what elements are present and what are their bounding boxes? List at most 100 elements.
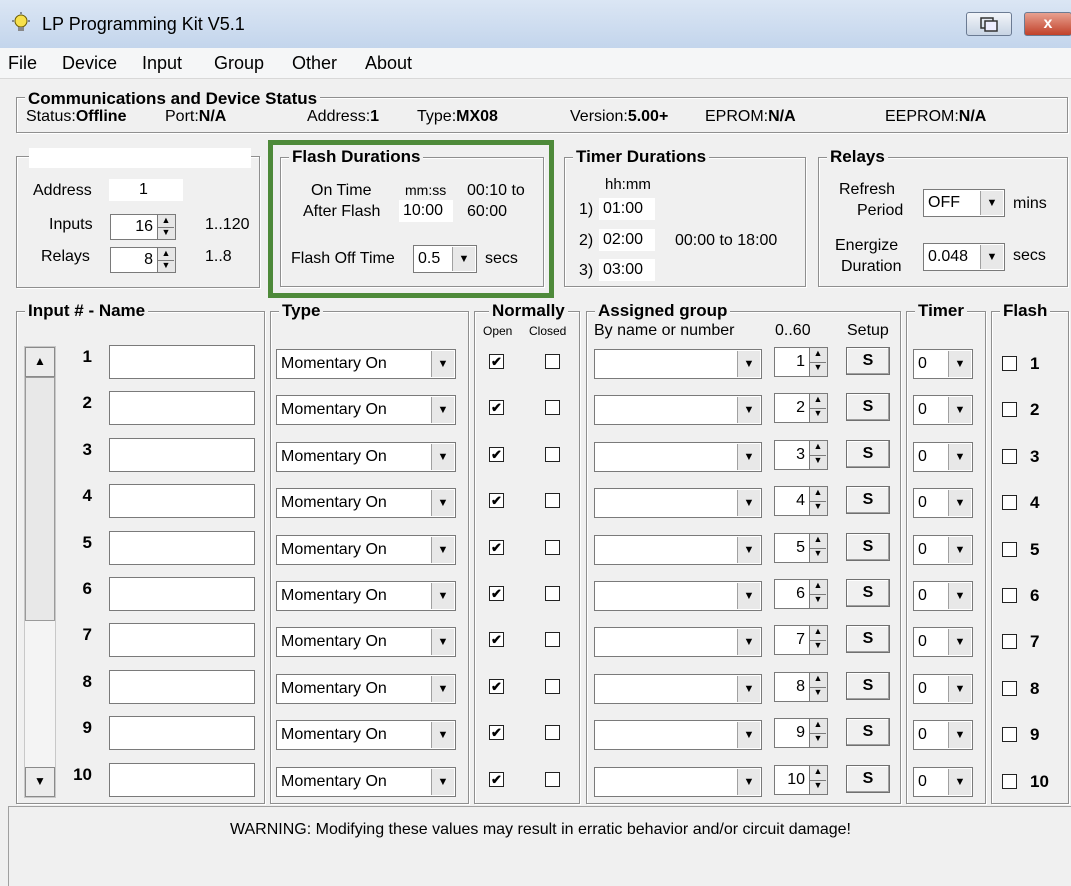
chevron-down-icon[interactable]: ▼ (431, 722, 454, 748)
group-number-spinner[interactable]: ▲ ▼ (810, 347, 828, 377)
group-number-spinner[interactable]: ▲ ▼ (810, 672, 828, 702)
input-type-select[interactable]: Momentary On ▼ (276, 767, 456, 797)
close-button[interactable]: x (1024, 12, 1071, 36)
flash-checkbox[interactable] (1002, 727, 1017, 742)
spin-up-icon[interactable]: ▲ (810, 348, 826, 363)
spin-up-icon[interactable]: ▲ (810, 534, 826, 549)
chevron-down-icon[interactable]: ▼ (737, 537, 760, 563)
chevron-down-icon[interactable]: ▼ (948, 769, 971, 795)
spin-up-icon[interactable]: ▲ (810, 441, 826, 456)
scroll-thumb[interactable] (25, 377, 55, 621)
group-number-spinner[interactable]: ▲ ▼ (810, 440, 828, 470)
chevron-down-icon[interactable]: ▼ (948, 351, 971, 377)
timer-3-field[interactable]: 03:00 (599, 259, 655, 281)
input-name-field[interactable] (109, 345, 255, 379)
group-setup-button[interactable]: S (846, 625, 890, 653)
spin-up-icon[interactable]: ▲ (810, 394, 826, 409)
assigned-group-select[interactable]: ▼ (594, 488, 762, 518)
input-name-field[interactable] (109, 670, 255, 704)
group-number-spinner[interactable]: ▲ ▼ (810, 393, 828, 423)
input-type-select[interactable]: Momentary On ▼ (276, 674, 456, 704)
spin-down-icon[interactable]: ▼ (810, 548, 826, 562)
chevron-down-icon[interactable]: ▼ (431, 676, 454, 702)
normally-closed-checkbox[interactable] (545, 447, 560, 462)
normally-closed-checkbox[interactable] (545, 540, 560, 555)
spin-down-icon[interactable]: ▼ (810, 687, 826, 701)
chevron-down-icon[interactable]: ▼ (948, 629, 971, 655)
group-number-field[interactable]: 10 (774, 765, 810, 795)
group-number-field[interactable]: 6 (774, 579, 810, 609)
chevron-down-icon[interactable]: ▼ (737, 351, 760, 377)
group-setup-button[interactable]: S (846, 347, 890, 375)
assigned-group-select[interactable]: ▼ (594, 674, 762, 704)
group-number-field[interactable]: 4 (774, 486, 810, 516)
spin-up-icon[interactable]: ▲ (810, 580, 826, 595)
normally-closed-checkbox[interactable] (545, 586, 560, 601)
normally-open-checkbox[interactable]: ✔ (489, 679, 504, 694)
timer-select[interactable]: 0 ▼ (913, 349, 973, 379)
assigned-group-select[interactable]: ▼ (594, 627, 762, 657)
timer-2-field[interactable]: 02:00 (599, 229, 655, 251)
rows-scrollbar[interactable]: ▲ ▼ (24, 346, 56, 798)
group-number-field[interactable]: 7 (774, 625, 810, 655)
spin-up-icon[interactable]: ▲ (810, 766, 826, 781)
timer-select[interactable]: 0 ▼ (913, 767, 973, 797)
input-name-field[interactable] (109, 391, 255, 425)
assigned-group-select[interactable]: ▼ (594, 395, 762, 425)
chevron-down-icon[interactable]: ▼ (431, 537, 454, 563)
input-type-select[interactable]: Momentary On ▼ (276, 627, 456, 657)
normally-open-checkbox[interactable]: ✔ (489, 540, 504, 555)
group-setup-button[interactable]: S (846, 672, 890, 700)
normally-open-checkbox[interactable]: ✔ (489, 493, 504, 508)
input-name-field[interactable] (109, 716, 255, 750)
group-number-spinner[interactable]: ▲ ▼ (810, 625, 828, 655)
input-type-select[interactable]: Momentary On ▼ (276, 442, 456, 472)
normally-closed-checkbox[interactable] (545, 632, 560, 647)
timer-select[interactable]: 0 ▼ (913, 395, 973, 425)
input-type-select[interactable]: Momentary On ▼ (276, 488, 456, 518)
group-number-field[interactable]: 1 (774, 347, 810, 377)
group-setup-button[interactable]: S (846, 440, 890, 468)
input-type-select[interactable]: Momentary On ▼ (276, 395, 456, 425)
group-setup-button[interactable]: S (846, 765, 890, 793)
normally-closed-checkbox[interactable] (545, 679, 560, 694)
restore-button[interactable] (966, 12, 1012, 36)
refresh-period-select[interactable]: OFF ▼ (923, 189, 1005, 217)
input-type-select[interactable]: Momentary On ▼ (276, 581, 456, 611)
flash-checkbox[interactable] (1002, 588, 1017, 603)
spin-down-icon[interactable]: ▼ (810, 455, 826, 469)
spin-down-icon[interactable]: ▼ (158, 227, 174, 239)
normally-open-checkbox[interactable]: ✔ (489, 354, 504, 369)
spin-down-icon[interactable]: ▼ (158, 260, 174, 272)
input-name-field[interactable] (109, 484, 255, 518)
chevron-down-icon[interactable]: ▼ (980, 245, 1003, 269)
spin-down-icon[interactable]: ▼ (810, 362, 826, 376)
relays-spinner-buttons[interactable]: ▲ ▼ (158, 247, 176, 273)
timer-select[interactable]: 0 ▼ (913, 535, 973, 565)
spin-up-icon[interactable]: ▲ (810, 487, 826, 502)
flash-checkbox[interactable] (1002, 681, 1017, 696)
spin-down-icon[interactable]: ▼ (810, 780, 826, 794)
group-number-spinner[interactable]: ▲ ▼ (810, 579, 828, 609)
spin-down-icon[interactable]: ▼ (810, 408, 826, 422)
chevron-down-icon[interactable]: ▼ (431, 583, 454, 609)
group-number-field[interactable]: 3 (774, 440, 810, 470)
assigned-group-select[interactable]: ▼ (594, 720, 762, 750)
menu-other[interactable]: Other (292, 53, 337, 74)
scroll-down-button[interactable]: ▼ (25, 767, 55, 797)
spin-down-icon[interactable]: ▼ (810, 733, 826, 747)
normally-open-checkbox[interactable]: ✔ (489, 632, 504, 647)
normally-open-checkbox[interactable]: ✔ (489, 772, 504, 787)
input-name-field[interactable] (109, 623, 255, 657)
spin-up-icon[interactable]: ▲ (810, 719, 826, 734)
flash-checkbox[interactable] (1002, 774, 1017, 789)
group-setup-button[interactable]: S (846, 393, 890, 421)
chevron-down-icon[interactable]: ▼ (737, 490, 760, 516)
input-name-field[interactable] (109, 531, 255, 565)
flash-checkbox[interactable] (1002, 634, 1017, 649)
inputs-spinner-field[interactable]: 16 (110, 214, 158, 240)
normally-closed-checkbox[interactable] (545, 772, 560, 787)
relays-spinner-field[interactable]: 8 (110, 247, 158, 273)
flash-checkbox[interactable] (1002, 356, 1017, 371)
timer-1-field[interactable]: 01:00 (599, 198, 655, 220)
